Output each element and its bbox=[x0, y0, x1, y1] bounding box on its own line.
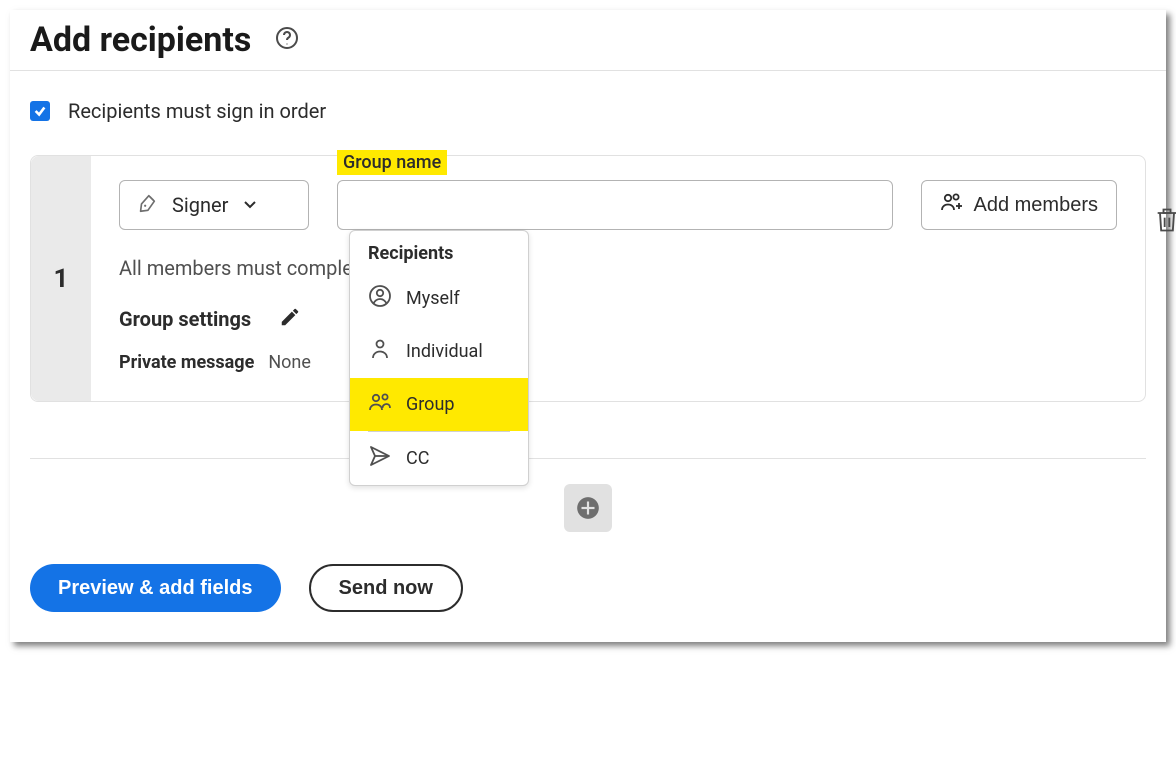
role-select[interactable]: Signer bbox=[119, 180, 309, 230]
help-icon[interactable] bbox=[275, 26, 299, 54]
popover-item-individual[interactable]: Individual bbox=[350, 325, 528, 378]
private-message-row: Private message None bbox=[119, 352, 1117, 373]
group-settings-row: Group settings bbox=[119, 306, 1117, 332]
field-row: Signer Group name bbox=[119, 180, 1117, 230]
add-recipients-panel: Add recipients Recipients must sign in o… bbox=[10, 10, 1166, 642]
profile-circle-icon bbox=[368, 284, 392, 313]
page-title: Add recipients bbox=[30, 20, 251, 60]
person-icon bbox=[368, 337, 392, 366]
popover-header: Recipients bbox=[350, 231, 528, 272]
completion-note: All members must complete bbox=[119, 256, 1117, 280]
popover-item-group[interactable]: Group bbox=[350, 378, 528, 431]
sign-order-label: Recipients must sign in order bbox=[68, 99, 326, 123]
group-settings-label: Group settings bbox=[119, 307, 251, 331]
add-members-button[interactable]: Add members bbox=[921, 180, 1118, 230]
section-divider bbox=[30, 458, 1146, 459]
send-icon bbox=[368, 444, 392, 473]
preview-add-fields-button[interactable]: Preview & add fields bbox=[30, 564, 281, 612]
group-plus-icon bbox=[940, 190, 964, 220]
popover-item-label: Individual bbox=[406, 341, 483, 362]
send-now-button[interactable]: Send now bbox=[309, 564, 463, 612]
chevron-down-icon bbox=[242, 193, 258, 217]
add-members-label: Add members bbox=[974, 194, 1099, 217]
pen-nib-icon bbox=[136, 192, 158, 219]
private-message-label: Private message bbox=[119, 352, 254, 373]
popover-item-label: Group bbox=[406, 394, 454, 415]
footer-actions: Preview & add fields Send now bbox=[10, 518, 1166, 612]
group-name-label: Group name bbox=[337, 150, 447, 175]
role-label: Signer bbox=[172, 193, 228, 217]
order-rail: 1 bbox=[31, 156, 91, 401]
recipient-body: Signer Group name bbox=[91, 156, 1145, 401]
group-name-input[interactable] bbox=[337, 180, 893, 230]
private-message-value: None bbox=[268, 352, 311, 373]
header: Add recipients bbox=[10, 20, 1166, 71]
popover-item-label: CC bbox=[406, 448, 429, 469]
sign-order-checkbox[interactable] bbox=[30, 101, 50, 121]
order-number: 1 bbox=[54, 264, 69, 294]
group-icon bbox=[368, 390, 392, 419]
popover-item-myself[interactable]: Myself bbox=[350, 272, 528, 325]
edit-icon[interactable] bbox=[279, 306, 301, 332]
group-name-field: Group name bbox=[337, 180, 893, 230]
popover-item-label: Myself bbox=[406, 288, 460, 309]
add-recipient-button[interactable] bbox=[564, 484, 612, 532]
sign-order-row: Recipients must sign in order bbox=[10, 71, 1166, 135]
recipient-type-popover: Recipients Myself bbox=[349, 230, 529, 486]
delete-recipient-button[interactable] bbox=[1153, 206, 1176, 234]
popover-item-cc[interactable]: CC bbox=[350, 432, 528, 485]
recipient-card: 1 Signer bbox=[30, 155, 1146, 402]
